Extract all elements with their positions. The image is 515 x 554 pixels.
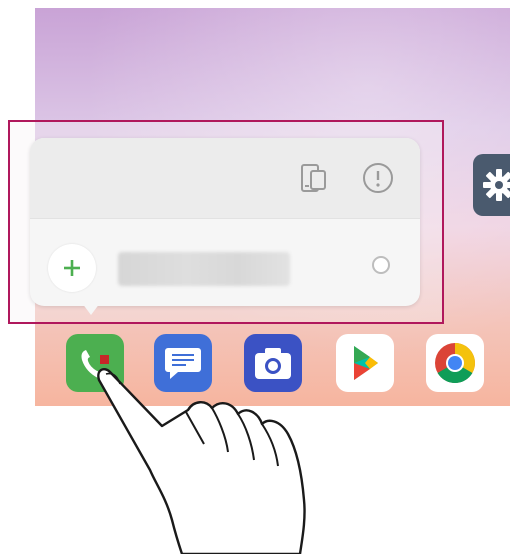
widgets-button[interactable] (296, 160, 332, 196)
popup-pointer (82, 303, 100, 315)
chrome-app-icon[interactable] (424, 332, 486, 394)
play-store-icon (336, 334, 394, 392)
phone-icon (66, 334, 124, 392)
messages-app-icon[interactable] (152, 332, 214, 394)
camera-app-icon[interactable] (242, 332, 304, 394)
shortcut-option-icon[interactable] (372, 256, 390, 274)
camera-icon (244, 334, 302, 392)
popup-divider (30, 218, 420, 219)
app-info-button[interactable] (360, 160, 396, 196)
add-icon (64, 260, 80, 276)
messages-icon (154, 334, 212, 392)
phone-app-icon[interactable] (64, 332, 126, 394)
app-shortcut-popup (30, 138, 420, 315)
play-store-app-icon[interactable] (334, 332, 396, 394)
settings-app-icon[interactable] (473, 154, 510, 216)
info-icon (363, 163, 393, 193)
add-shortcut-button[interactable] (48, 244, 96, 292)
gear-icon (483, 169, 510, 201)
widgets-icon (301, 164, 326, 192)
shortcut-label[interactable] (118, 252, 290, 286)
chrome-icon (426, 334, 484, 392)
